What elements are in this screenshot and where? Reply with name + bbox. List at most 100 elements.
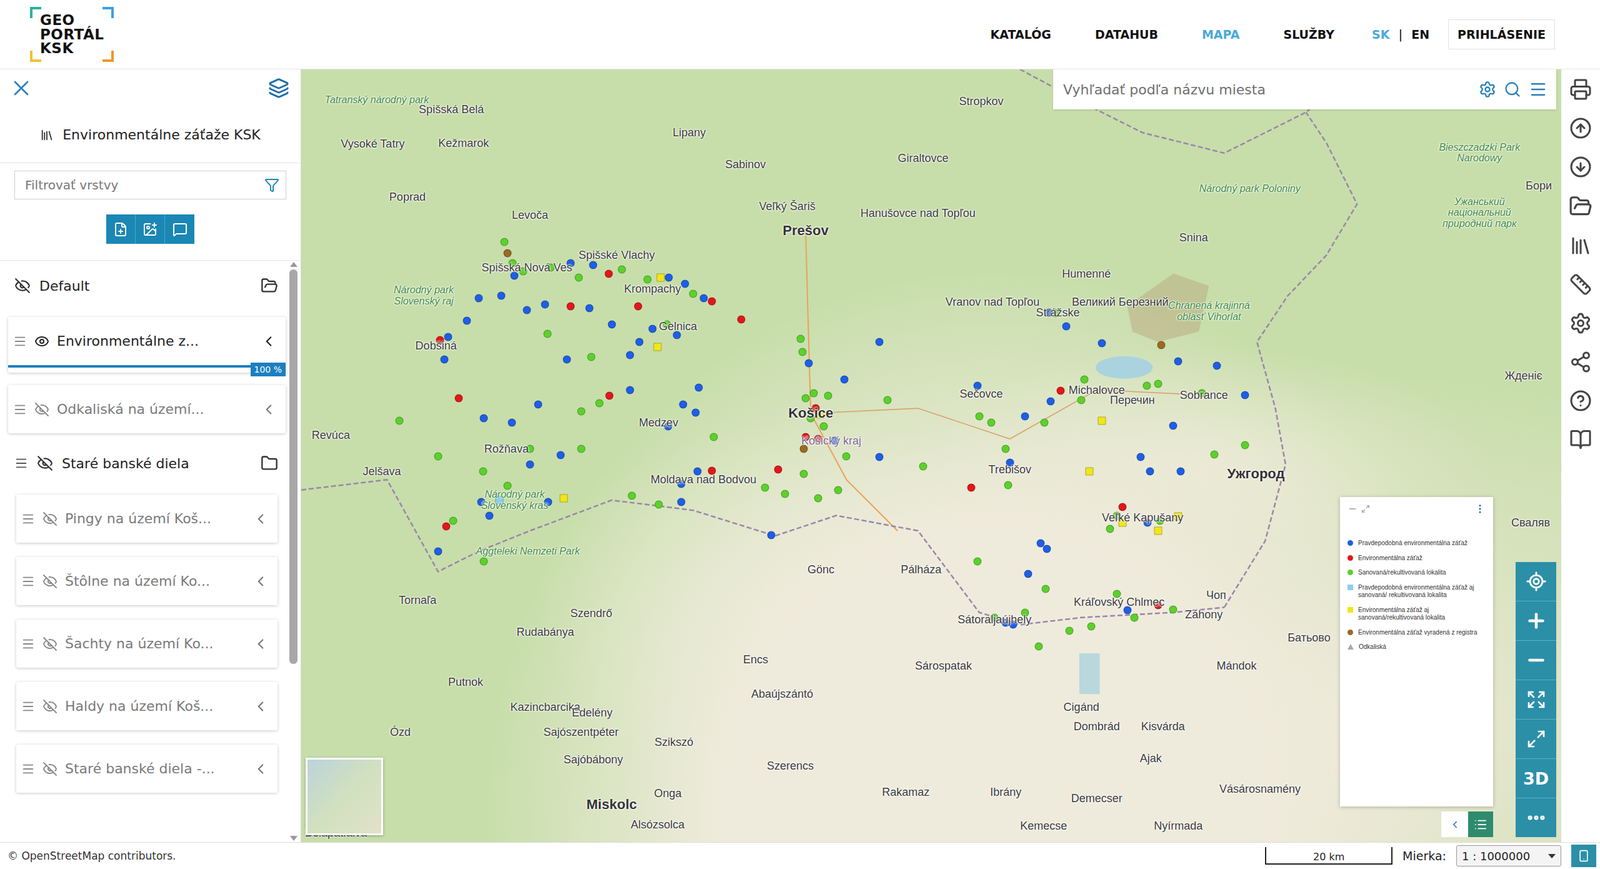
add-image-button[interactable] [135,214,165,244]
map-pin[interactable] [634,301,643,310]
scroll-track[interactable] [289,269,298,834]
map-pin[interactable] [559,493,568,502]
map-pin[interactable] [1080,375,1089,384]
map-pin[interactable] [433,546,442,555]
list-icon[interactable] [1473,817,1488,832]
map-pin[interactable] [1034,641,1043,650]
map-pin[interactable] [1213,361,1222,370]
map-pin[interactable] [1118,503,1127,512]
map-pin[interactable] [1021,608,1030,617]
map-pin[interactable] [1155,516,1164,525]
filter-input[interactable] [23,176,265,194]
map-pin[interactable] [707,296,716,305]
map-pin[interactable] [1003,480,1012,489]
comment-icon[interactable] [172,221,188,237]
map-pin[interactable] [781,490,790,499]
map-pin[interactable] [656,273,665,282]
map-pin[interactable] [918,462,927,471]
fullscreen-icon[interactable] [1526,728,1547,749]
layer-row[interactable]: Pingy na území Koš... [16,494,278,543]
map-pin[interactable] [525,445,534,454]
chevron-left-icon[interactable] [252,760,269,777]
map-pin[interactable] [1118,518,1127,527]
library-icon[interactable] [1569,234,1592,257]
map-pin[interactable] [562,355,571,364]
map-pin[interactable] [441,522,450,531]
map-pin[interactable] [990,613,999,622]
map-pin[interactable] [1040,418,1049,427]
map-pin[interactable] [1097,338,1106,347]
map-pin[interactable] [556,451,565,460]
nav-item[interactable]: KATALÓG [990,23,1052,45]
map-pin[interactable] [643,275,652,284]
filter-field[interactable] [14,170,287,200]
map-pin[interactable] [436,335,445,344]
map-pin[interactable] [1240,440,1249,449]
map-pin[interactable] [454,393,463,402]
drag-handle-icon[interactable] [21,511,35,526]
map-pin[interactable] [842,451,851,460]
locate-button[interactable] [1515,561,1557,601]
map-pin[interactable] [810,388,819,397]
map-pin[interactable] [699,293,708,302]
map-pin[interactable] [476,498,485,507]
map-pin[interactable] [799,445,808,454]
scroll-up-icon[interactable] [290,261,298,267]
eye-off-icon[interactable] [42,573,58,589]
map-pin[interactable] [823,391,832,400]
map-pin[interactable] [1001,445,1010,454]
map-pin[interactable] [760,483,769,492]
layer-card[interactable]: Environmentálne z...100 % [8,316,286,373]
gear-icon[interactable] [1478,80,1497,99]
map-pin[interactable] [883,396,892,405]
map-pin[interactable] [626,351,635,360]
map[interactable]: Tatranský národný parkSpišská BeláStropk… [301,69,1562,842]
layer-card[interactable]: Staré banské diela -... [16,744,278,793]
map-pin[interactable] [566,259,575,268]
opacity-slider[interactable]: 100 % [8,365,286,368]
scroll-thumb[interactable] [289,269,298,664]
collapse-button[interactable] [1445,811,1465,837]
map-pin[interactable] [576,445,585,454]
eye-off-icon[interactable] [42,761,58,777]
layer-row[interactable]: Staré banské diela -... [16,744,278,793]
layers-icon[interactable] [268,77,290,99]
map-pin[interactable] [534,400,543,409]
layer-card[interactable]: Šachty na území Ko... [16,619,278,668]
drag-handle-icon[interactable] [21,761,35,776]
map-pin[interactable] [395,416,404,425]
eye-icon[interactable] [34,333,50,349]
add-layer-button[interactable] [106,214,136,244]
chevron-left-icon[interactable] [252,510,269,527]
map-pin[interactable] [480,556,489,565]
filter-icon[interactable] [264,177,280,193]
map-pin[interactable] [799,469,808,478]
map-pin[interactable] [1097,416,1106,425]
map-pin[interactable] [449,516,458,525]
map-pin[interactable] [1041,585,1050,594]
map-pin[interactable] [689,290,698,299]
map-pin[interactable] [1197,388,1206,397]
place-search[interactable] [1053,69,1557,110]
map-pin[interactable] [500,237,509,246]
map-pin[interactable] [1136,453,1145,462]
login-button[interactable]: PRIHLÁSENIE [1448,19,1555,50]
map-pin[interactable] [433,451,442,460]
map-pin[interactable] [1142,381,1151,390]
map-pin[interactable] [546,263,555,272]
map-pin[interactable] [801,393,810,402]
map-pin[interactable] [1008,620,1017,629]
map-pin[interactable] [626,385,635,394]
map-pin[interactable] [840,375,849,384]
map-pin[interactable] [1169,421,1178,430]
chevron-left-icon[interactable] [1449,816,1461,832]
map-pin[interactable] [1153,526,1162,535]
map-pin[interactable] [503,248,512,257]
map-pin[interactable] [497,291,506,300]
close-button[interactable] [6,73,37,104]
map-pin[interactable] [679,400,688,409]
chevron-left-icon[interactable] [260,333,277,350]
drag-handle-icon[interactable] [13,402,27,417]
expand-icon[interactable] [1526,689,1547,710]
drag-handle-icon[interactable] [21,699,35,714]
